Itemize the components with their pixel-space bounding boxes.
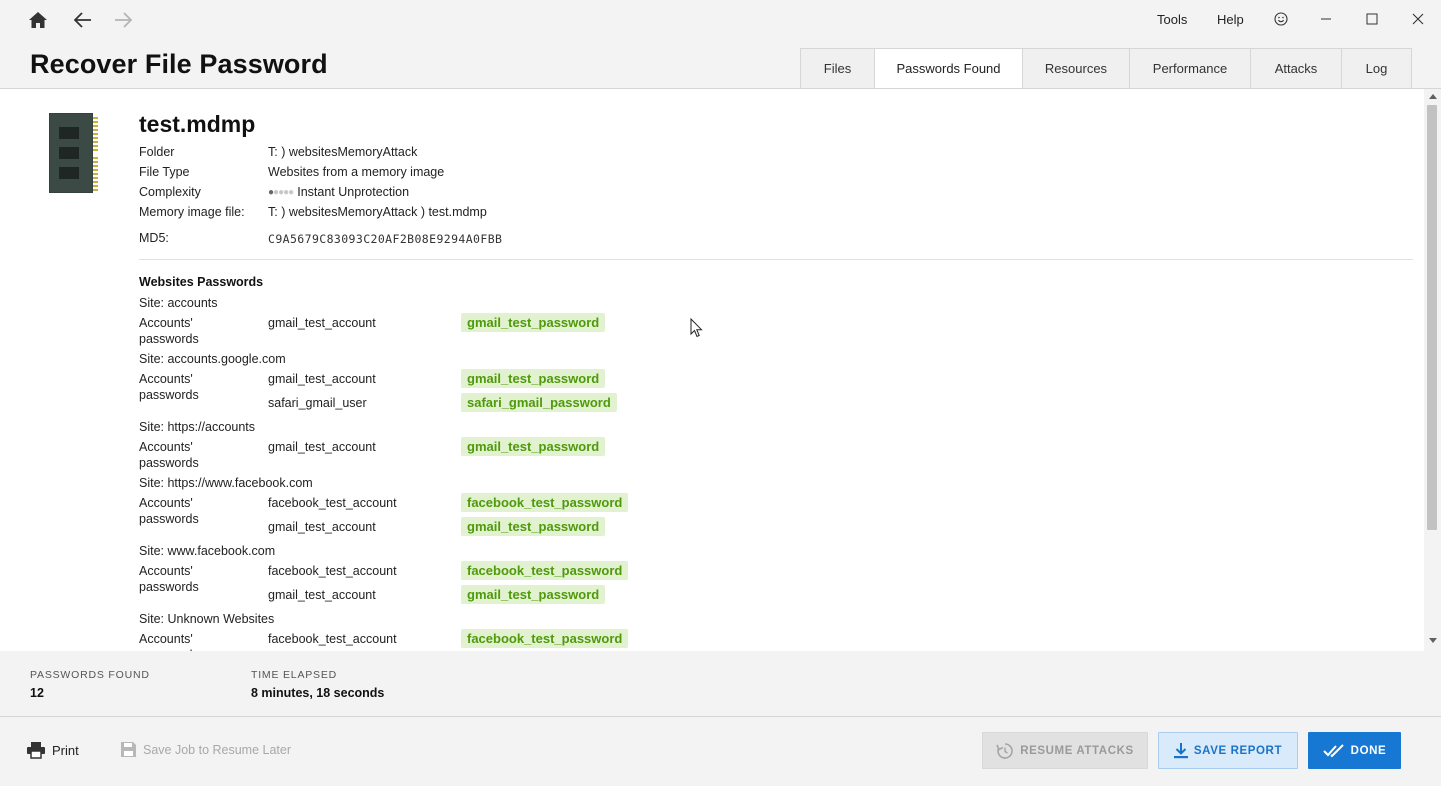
md5-label: MD5: [139, 231, 169, 245]
mouse-cursor-icon [690, 317, 703, 343]
folder-value: T: ) websitesMemoryAttack [268, 145, 418, 159]
account-name: facebook_test_account [268, 564, 397, 578]
password-value[interactable]: gmail_test_password [461, 437, 606, 456]
account-name: safari_gmail_user [268, 396, 367, 410]
home-icon[interactable] [23, 6, 53, 34]
time-elapsed-label: TIME ELAPSED [251, 669, 338, 681]
tab-attacks[interactable]: Attacks [1250, 48, 1341, 89]
done-label: DONE [1350, 744, 1387, 757]
site-label: Site: Unknown Websites [139, 612, 275, 626]
menu-help[interactable]: Help [1217, 12, 1244, 27]
save-report-label: SAVE REPORT [1193, 744, 1283, 757]
tab-passwords-found[interactable]: Passwords Found [874, 48, 1022, 89]
account-name: gmail_test_account [268, 372, 376, 386]
accounts-label: Accounts'passwords [139, 564, 199, 594]
footer-bar: Print Save Job to Resume Later RESUME AT… [0, 716, 1441, 786]
password-value[interactable]: facebook_test_password [461, 629, 629, 648]
maximize-icon[interactable] [1357, 6, 1387, 32]
file-name: test.mdmp [139, 111, 256, 137]
forward-arrow-icon[interactable] [108, 6, 138, 34]
account-name: facebook_test_account [268, 496, 397, 510]
accounts-label: Accounts'passwords [139, 372, 199, 402]
complexity-label: Complexity [139, 185, 201, 199]
accounts-label: Accounts'passwords [139, 632, 199, 651]
site-label: Site: https://www.facebook.com [139, 476, 313, 490]
minimize-icon[interactable] [1311, 6, 1341, 32]
site-label: Site: accounts [139, 296, 218, 310]
tab-files[interactable]: Files [800, 48, 874, 89]
scroll-down-icon[interactable] [1424, 638, 1441, 648]
tab-resources[interactable]: Resources [1022, 48, 1129, 89]
accounts-label: Accounts'passwords [139, 316, 199, 346]
save-disk-icon [121, 742, 136, 757]
menu-tools[interactable]: Tools [1157, 12, 1187, 27]
site-label: Site: https://accounts [139, 420, 256, 434]
memory-module-icon [49, 113, 99, 200]
complexity-text: Instant Unprotection [297, 185, 410, 199]
tab-bar: Files Passwords Found Resources Performa… [800, 48, 1412, 89]
resume-attacks-button[interactable]: RESUME ATTACKS [982, 732, 1148, 769]
account-name: gmail_test_account [268, 588, 376, 602]
printer-icon [27, 742, 45, 759]
save-job-label: Save Job to Resume Later [143, 742, 291, 757]
memory-image-value: T: ) websitesMemoryAttack ) test.mdmp [268, 205, 487, 219]
back-arrow-icon[interactable] [68, 6, 98, 34]
passwords-found-panel: test.mdmp Folder T: ) websitesMemoryAtta… [0, 88, 1441, 651]
accounts-label: Accounts'passwords [139, 496, 199, 526]
save-report-button[interactable]: SAVE REPORT [1158, 732, 1298, 769]
resume-icon [996, 742, 1014, 759]
section-title: Websites Passwords [139, 275, 264, 289]
password-value[interactable]: gmail_test_password [461, 585, 606, 604]
accounts-label: Accounts'passwords [139, 440, 199, 470]
folder-label: Folder [139, 145, 175, 159]
feedback-smiley-icon[interactable] [1266, 6, 1296, 32]
account-name: gmail_test_account [268, 520, 376, 534]
tab-log[interactable]: Log [1341, 48, 1412, 89]
time-elapsed-value: 8 minutes, 18 seconds [251, 686, 385, 700]
password-value[interactable]: facebook_test_password [461, 561, 629, 580]
print-button[interactable]: Print [26, 741, 79, 759]
site-label: Site: www.facebook.com [139, 544, 276, 558]
file-type-value: Websites from a memory image [268, 165, 445, 179]
complexity-dots-icon: ●●●●● [268, 187, 294, 198]
password-value[interactable]: gmail_test_password [461, 313, 606, 332]
double-check-icon [1322, 743, 1344, 757]
passwords-found-label: PASSWORDS FOUND [30, 669, 150, 681]
resume-attacks-label: RESUME ATTACKS [1020, 744, 1134, 757]
print-label: Print [52, 742, 79, 758]
site-label: Site: accounts.google.com [139, 352, 286, 366]
divider [139, 259, 1413, 260]
page-title: Recover File Password [30, 49, 328, 79]
title-bar: Tools Help [0, 0, 1441, 40]
download-icon [1173, 743, 1188, 759]
password-value[interactable]: facebook_test_password [461, 493, 629, 512]
password-value[interactable]: gmail_test_password [461, 517, 606, 536]
account-name: gmail_test_account [268, 440, 376, 454]
file-type-label: File Type [139, 165, 190, 179]
done-button[interactable]: DONE [1308, 732, 1401, 769]
scrollbar-thumb[interactable] [1427, 105, 1437, 530]
passwords-found-value: 12 [30, 686, 44, 700]
password-value[interactable]: gmail_test_password [461, 369, 606, 388]
account-name: facebook_test_account [268, 632, 397, 646]
vertical-scrollbar[interactable] [1424, 89, 1441, 651]
complexity-value: ●●●●● Instant Unprotection [268, 185, 409, 199]
password-value[interactable]: safari_gmail_password [461, 393, 617, 412]
tab-performance[interactable]: Performance [1129, 48, 1250, 89]
account-name: gmail_test_account [268, 316, 376, 330]
memory-image-label: Memory image file: [139, 205, 245, 219]
md5-value: C9A5679C83093C20AF2B08E9294A0FBB [268, 232, 503, 246]
save-job-button[interactable]: Save Job to Resume Later [120, 741, 291, 758]
scroll-up-icon[interactable] [1424, 93, 1441, 103]
close-icon[interactable] [1403, 6, 1433, 32]
